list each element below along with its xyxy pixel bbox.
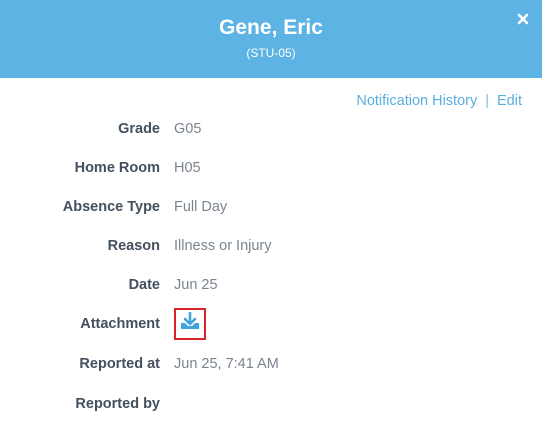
- detail-row-home-room: Home Room H05: [0, 157, 542, 179]
- date-value: Jun 25: [174, 277, 218, 293]
- download-icon: [179, 311, 201, 337]
- detail-row-reported-at: Reported at Jun 25, 7:41 AM: [0, 353, 542, 375]
- absence-type-value: Full Day: [174, 199, 228, 215]
- reported-by-label: Reported by: [75, 396, 160, 412]
- detail-row-date: Date Jun 25: [0, 274, 542, 296]
- grade-value: G05: [174, 121, 202, 137]
- reported-at-label: Reported at: [79, 356, 160, 372]
- attachment-label: Attachment: [80, 316, 160, 332]
- edit-link[interactable]: Edit: [497, 93, 522, 109]
- reported-at-value: Jun 25, 7:41 AM: [174, 356, 279, 372]
- absence-detail-modal: Gene, Eric (STU-05) Notification History…: [0, 0, 542, 432]
- reason-value: Illness or Injury: [174, 238, 272, 254]
- reason-label: Reason: [107, 238, 160, 254]
- close-icon[interactable]: [516, 12, 530, 26]
- home-room-value: H05: [174, 160, 201, 176]
- student-id: (STU-05): [246, 46, 296, 60]
- grade-label: Grade: [118, 121, 160, 137]
- detail-row-grade: Grade G05: [0, 118, 542, 140]
- notification-history-link[interactable]: Notification History: [356, 93, 477, 109]
- detail-row-attachment: Attachment: [0, 313, 542, 335]
- absence-type-label: Absence Type: [62, 199, 160, 215]
- date-label: Date: [128, 277, 160, 293]
- modal-header: Gene, Eric (STU-05): [0, 0, 542, 78]
- detail-row-reported-by: Reported by: [0, 393, 542, 415]
- link-separator: |: [485, 93, 489, 109]
- attachment-download-button[interactable]: [174, 308, 206, 340]
- detail-row-absence-type: Absence Type Full Day: [0, 196, 542, 218]
- home-room-label: Home Room: [74, 160, 160, 176]
- student-name: Gene, Eric: [219, 16, 323, 39]
- detail-row-reason: Reason Illness or Injury: [0, 235, 542, 257]
- header-links: Notification History | Edit: [356, 91, 522, 111]
